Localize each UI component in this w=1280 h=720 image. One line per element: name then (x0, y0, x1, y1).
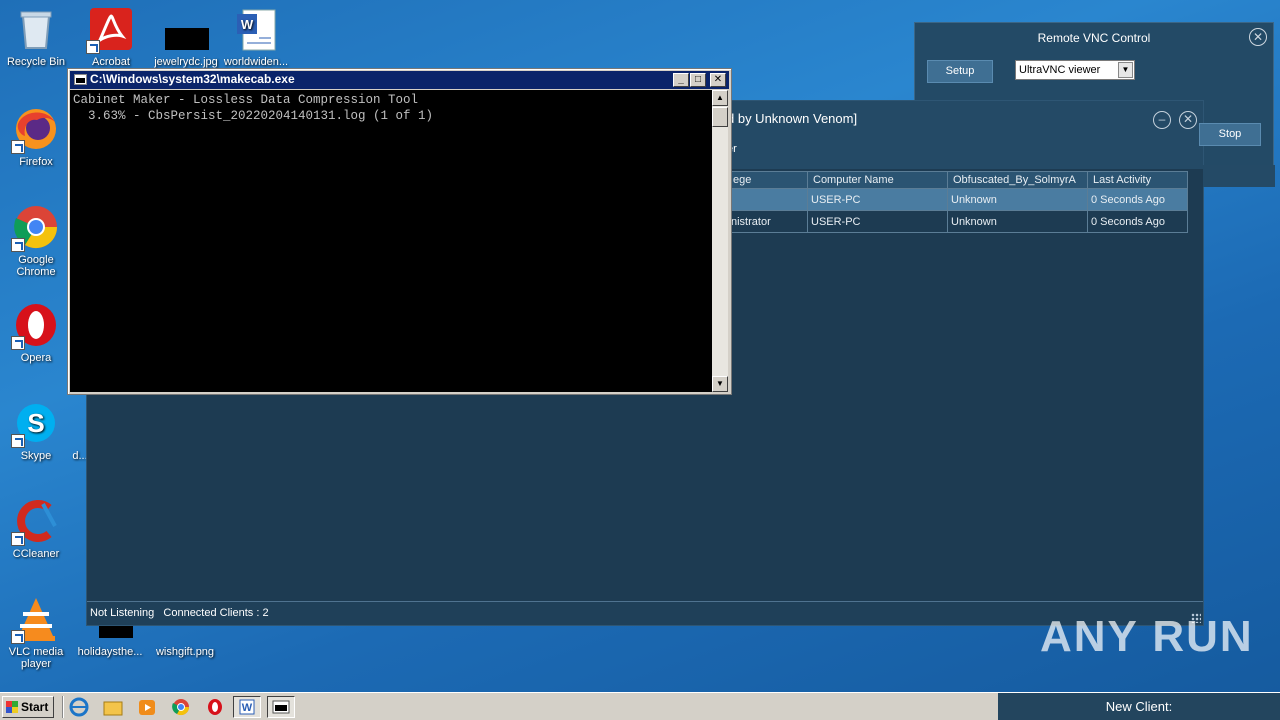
rat-status-bar: Not Listening Connected Clients : 2 (87, 601, 1203, 625)
chrome-icon (11, 204, 59, 252)
new-client-notification[interactable]: New Client: (998, 693, 1280, 720)
image-file-icon (163, 6, 209, 52)
console-output[interactable]: Cabinet Maker - Lossless Data Compressio… (70, 90, 712, 392)
cell-obfuscated: Unknown (947, 188, 1088, 211)
shortcut-arrow-icon (11, 140, 25, 154)
stop-button[interactable]: Stop (1199, 123, 1261, 146)
start-label: Start (21, 700, 49, 714)
console-scrollbar[interactable]: ▲ ▼ (712, 90, 728, 392)
vnc-viewer-value: UltraVNC viewer (1019, 64, 1101, 76)
chevron-down-icon[interactable]: ▼ (1118, 62, 1133, 78)
explorer-folder-icon[interactable] (102, 697, 124, 717)
minimize-icon[interactable]: _ (673, 73, 689, 87)
opera-icon (11, 302, 59, 350)
desktop-icon-opera[interactable]: Opera (1, 302, 71, 364)
cell-privilege: nistrator (727, 210, 808, 233)
word-document-icon: W (233, 6, 279, 52)
desktop-icon-label: worldwiden... (223, 56, 289, 68)
chrome-icon[interactable] (170, 697, 192, 717)
desktop-icon-label: Opera (20, 352, 52, 364)
column-header-last-activity[interactable]: Last Activity (1087, 171, 1188, 189)
ccleaner-icon (11, 498, 59, 546)
acrobat-icon (86, 6, 134, 54)
shortcut-arrow-icon (11, 434, 25, 448)
rat-side-strip (1203, 165, 1275, 187)
desktop-icon-label: wishgift.png (155, 646, 215, 658)
scroll-down-icon[interactable]: ▼ (712, 376, 728, 392)
connected-clients-status: Connected Clients : 2 (163, 607, 269, 619)
clients-table: ege Computer Name Obfuscated_By_SolmyrA … (727, 171, 1188, 233)
table-row[interactable]: nistrator USER-PC Unknown 0 Seconds Ago (727, 210, 1188, 233)
desktop-icon-ccleaner[interactable]: CCleaner (1, 498, 71, 560)
cell-obfuscated: Unknown (947, 210, 1088, 233)
rat-window-title: d by Unknown Venom] (727, 111, 858, 126)
desktop-icon-jewelrydc[interactable]: jewelrydc.jpg (151, 6, 221, 68)
desktop-icon-worldwiden[interactable]: W worldwiden... (221, 6, 291, 68)
opera-icon[interactable] (204, 697, 226, 717)
notification-text: New Client: (1105, 699, 1173, 714)
desktop-icon-recycle-bin[interactable]: Recycle Bin (1, 6, 71, 68)
column-header-computer-name[interactable]: Computer Name (807, 171, 948, 189)
shortcut-arrow-icon (11, 336, 25, 350)
desktop-icon-label: holidaysthe... (77, 646, 143, 658)
desktop-icon-acrobat[interactable]: Acrobat (76, 6, 146, 68)
console-icon[interactable] (74, 74, 87, 85)
cell-computer-name: USER-PC (807, 210, 948, 233)
desktop-icon-label: Recycle Bin (6, 56, 66, 68)
svg-text:W: W (241, 17, 254, 32)
column-header-obfuscated[interactable]: Obfuscated_By_SolmyrA (947, 171, 1088, 189)
firefox-icon (11, 106, 59, 154)
desktop-icon-vlc[interactable]: VLC media player (1, 596, 71, 670)
makecab-console-window: C:\Windows\system32\makecab.exe _ □ ✕ Ca… (67, 68, 732, 395)
anyrun-watermark: ANY RUN (1040, 612, 1254, 661)
cell-privilege (727, 188, 808, 211)
setup-button[interactable]: Setup (927, 60, 993, 83)
windows-logo-icon (6, 701, 18, 713)
shortcut-arrow-icon (11, 532, 25, 546)
table-row[interactable]: USER-PC Unknown 0 Seconds Ago (727, 188, 1188, 211)
taskbar-word-button[interactable]: W (233, 696, 261, 718)
listening-status: Not Listening (90, 607, 155, 619)
console-line: Cabinet Maker - Lossless Data Compressio… (73, 93, 419, 107)
console-line: 3.63% - CbsPersist_20220204140131.log (1… (73, 109, 434, 123)
shortcut-arrow-icon (11, 630, 25, 644)
close-icon[interactable]: ✕ (1249, 28, 1267, 46)
close-icon[interactable]: ✕ (710, 73, 726, 87)
vlc-icon (11, 596, 59, 644)
maximize-icon[interactable]: □ (690, 73, 706, 87)
desktop-icon-label: CCleaner (12, 548, 60, 560)
console-title: C:\Windows\system32\makecab.exe (90, 72, 295, 86)
recycle-bin-icon (13, 6, 59, 52)
shortcut-arrow-icon (86, 40, 100, 54)
cell-last-activity: 0 Seconds Ago (1087, 188, 1188, 211)
taskbar-divider (62, 696, 64, 718)
svg-text:W: W (242, 702, 253, 714)
media-player-icon[interactable] (136, 697, 158, 717)
shortcut-arrow-icon (11, 238, 25, 252)
internet-explorer-icon[interactable] (68, 697, 90, 717)
desktop-icon-label: VLC media player (8, 646, 64, 670)
scroll-up-icon[interactable]: ▲ (712, 90, 728, 106)
table-header-row: ege Computer Name Obfuscated_By_SolmyrA … (727, 171, 1188, 189)
column-header-privilege[interactable]: ege (727, 171, 808, 189)
scroll-thumb[interactable] (712, 107, 728, 127)
vnc-viewer-select[interactable]: UltraVNC viewer ▼ (1015, 60, 1135, 80)
cell-last-activity: 0 Seconds Ago (1087, 210, 1188, 233)
taskbar-console-button[interactable] (267, 696, 295, 718)
svg-text:S: S (27, 408, 44, 438)
desktop-icon-label: Acrobat (92, 56, 130, 68)
console-titlebar[interactable]: C:\Windows\system32\makecab.exe _ □ ✕ (70, 71, 729, 89)
close-icon[interactable]: ✕ (1179, 111, 1197, 129)
desktop-icon-label: Google Chrome (16, 254, 56, 278)
start-button[interactable]: Start (2, 696, 54, 718)
desktop-icon-label: jewelrydc.jpg (154, 56, 218, 68)
desktop-icon-chrome[interactable]: Google Chrome (1, 204, 71, 278)
taskbar: Start W New Client: (0, 692, 1280, 720)
desktop-icon-label: Firefox (19, 156, 53, 168)
skype-icon: S (11, 400, 59, 448)
desktop-icon-firefox[interactable]: Firefox (1, 106, 71, 168)
vnc-panel-title: Remote VNC Control (1037, 31, 1151, 45)
minimize-icon[interactable]: – (1153, 111, 1171, 129)
cell-computer-name: USER-PC (807, 188, 948, 211)
